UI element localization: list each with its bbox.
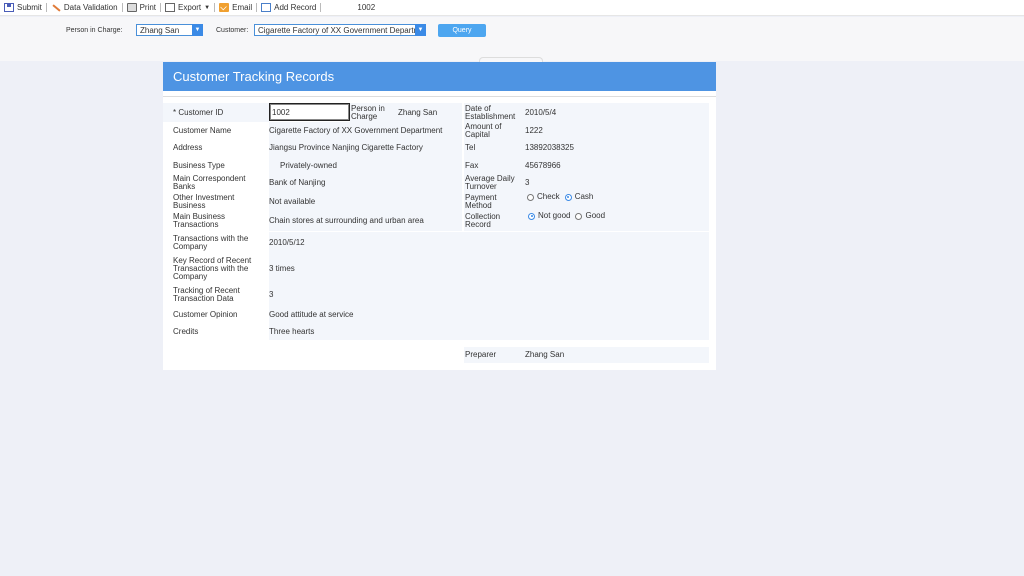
turnover-value: 3 xyxy=(524,174,709,192)
submit-button[interactable]: Submit xyxy=(0,0,46,16)
fax-label: Fax xyxy=(464,157,524,174)
investment-value: Not available xyxy=(269,192,462,211)
print-button[interactable]: Print xyxy=(123,0,160,16)
person-filter-select[interactable]: Zhang San ▼ xyxy=(136,23,203,36)
collection-notgood-label: Not good xyxy=(538,211,571,220)
validation-label: Data Validation xyxy=(63,3,118,12)
chevron-down-icon: ▼ xyxy=(204,4,211,11)
customer-filter-select[interactable]: Cigarette Factory of XX Government Depar… xyxy=(254,23,426,36)
transactions-value: Chain stores at surrounding and urban ar… xyxy=(269,211,462,231)
divider xyxy=(163,96,716,97)
collection-notgood-option[interactable]: Not good xyxy=(528,212,570,220)
capital-value: 1222 xyxy=(524,122,709,139)
payment-method-group: Check Cash xyxy=(524,192,709,211)
email-icon xyxy=(219,3,230,12)
add-record-label: Add Record xyxy=(274,3,317,12)
radio-unchecked-icon[interactable] xyxy=(527,193,534,201)
save-icon xyxy=(4,3,14,12)
date-value: 2010/5/4 xyxy=(524,103,709,122)
with-company-value: 2010/5/12 xyxy=(269,232,709,254)
export-label: Export xyxy=(178,3,202,12)
turnover-label: Average Daily Turnover xyxy=(464,174,524,192)
form-title: Customer Tracking Records xyxy=(163,62,716,91)
with-company-label: Transactions with the Company xyxy=(173,234,249,251)
collection-label: Collection Record xyxy=(464,211,524,231)
print-label: Print xyxy=(139,3,157,12)
data-validation-button[interactable]: Data Validation xyxy=(47,0,122,16)
export-button[interactable]: Export ▼ xyxy=(161,0,214,16)
printer-icon xyxy=(126,3,137,12)
collection-good-label: Good xyxy=(585,211,606,220)
tracking-label: Tracking of Recent Transaction Data xyxy=(173,286,240,303)
wand-icon xyxy=(51,3,61,13)
radio-unchecked-icon[interactable] xyxy=(575,212,583,220)
preparer-label: Preparer xyxy=(464,347,524,363)
banks-label: Main Correspondent Banks xyxy=(173,174,246,191)
person-filter-value: Zhang San xyxy=(140,25,180,35)
tel-label: Tel xyxy=(464,139,524,157)
name-label: Customer Name xyxy=(173,125,232,135)
collection-record-group: Not good Good xyxy=(524,211,709,231)
payment-check-label: Check xyxy=(537,192,560,201)
toolbar-divider xyxy=(320,3,322,12)
fax-value: 45678966 xyxy=(524,157,709,174)
toolbar: Submit Data Validation Print Export ▼ Em… xyxy=(0,0,1024,16)
business-type-label: Business Type xyxy=(173,160,225,170)
address-label: Address xyxy=(173,143,203,152)
record-id-display: 1002 xyxy=(357,3,376,12)
customer-filter-label: Customer: xyxy=(216,27,249,34)
email-button[interactable]: Email xyxy=(215,0,256,16)
radio-checked-icon[interactable] xyxy=(528,212,535,220)
email-label: Email xyxy=(232,3,253,12)
add-record-icon xyxy=(261,3,272,12)
chevron-down-icon[interactable]: ▼ xyxy=(415,23,426,36)
transactions-label: Main Business Transactions xyxy=(173,212,226,229)
credits-label: Credits xyxy=(173,326,199,336)
tracking-value: 3 xyxy=(269,284,709,306)
opinion-value: Good attitude at service xyxy=(269,306,709,323)
submit-label: Submit xyxy=(17,3,42,12)
person-label: Person in Charge xyxy=(350,103,396,122)
chevron-down-icon[interactable]: ▼ xyxy=(192,23,203,36)
customer-id-input[interactable]: 1002 xyxy=(269,103,350,121)
person-filter-label: Person in Charge: xyxy=(66,27,123,34)
name-value: Cigarette Factory of XX Government Depar… xyxy=(269,122,462,139)
payment-cash-option[interactable]: Cash xyxy=(564,192,594,201)
customer-filter-value: Cigarette Factory of XX Government Depar… xyxy=(258,25,415,35)
credits-value: Three hearts xyxy=(269,323,709,340)
opinion-label: Customer Opinion xyxy=(173,309,238,319)
preparer-value: Zhang San xyxy=(524,347,709,363)
investment-label: Other Investment Business xyxy=(173,192,235,210)
key-record-label: Key Record of Recent Transactions with t… xyxy=(173,256,252,281)
capital-label: Amount of Capital xyxy=(464,122,524,139)
date-label: Date of Establishment xyxy=(464,103,524,122)
add-record-button[interactable]: Add Record xyxy=(257,0,320,16)
query-button[interactable]: Query xyxy=(438,24,486,37)
payment-cash-label: Cash xyxy=(574,192,594,201)
tel-value: 13892038325 xyxy=(524,139,709,157)
export-icon xyxy=(165,3,176,12)
collection-good-option[interactable]: Good xyxy=(575,212,605,220)
payment-check-option[interactable]: Check xyxy=(527,193,560,201)
radio-checked-icon[interactable] xyxy=(564,193,572,201)
person-value: Zhang San xyxy=(396,103,462,122)
banks-value: Bank of Nanjing xyxy=(269,174,462,192)
address-value: Jiangsu Province Nanjing Cigarette Facto… xyxy=(269,139,462,157)
business-type-value: Privately-owned xyxy=(269,157,462,174)
payment-label: Payment Method xyxy=(464,192,524,211)
key-record-value: 3 times xyxy=(269,254,709,284)
customer-id-label: * Customer ID xyxy=(163,103,269,122)
